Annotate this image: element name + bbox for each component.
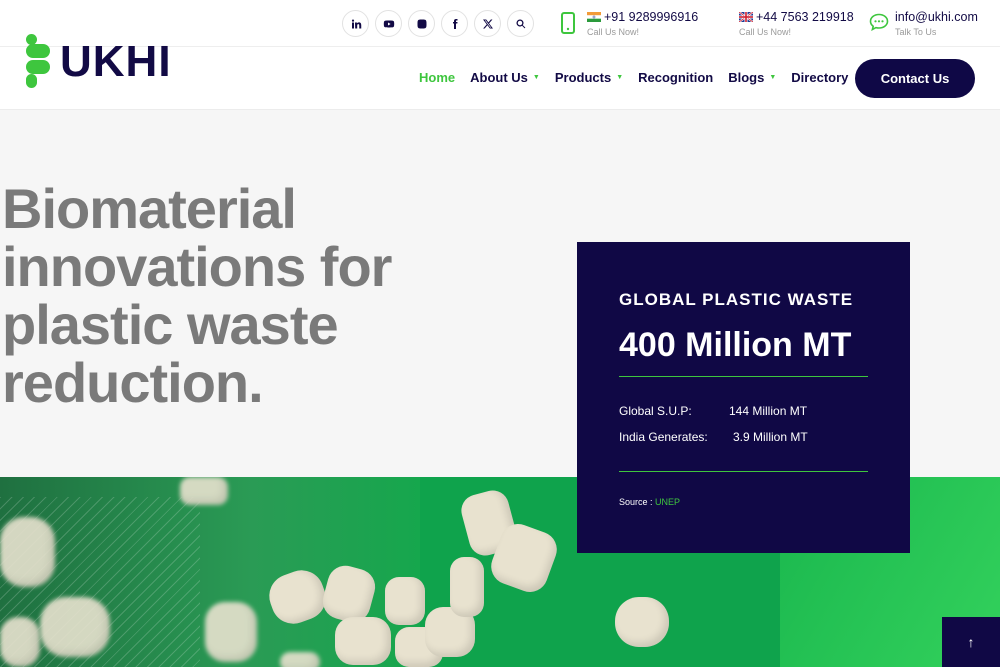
nav-item-about-us[interactable]: About Us ▼ xyxy=(470,70,540,85)
stats-row: Global S.U.P: 144 Million MT xyxy=(619,404,808,418)
stats-divider xyxy=(619,471,868,472)
uk-phone-number: +44 7563 219918 xyxy=(756,10,854,24)
nav-item-products[interactable]: Products ▼ xyxy=(555,70,623,85)
youtube-icon[interactable] xyxy=(375,10,402,37)
uk-flag-icon xyxy=(739,12,753,22)
stats-source: Source : UNEP xyxy=(619,497,681,507)
india-phone-contact[interactable]: +91 9289996916 Call Us Now! xyxy=(561,10,698,38)
india-phone-number: +91 9289996916 xyxy=(604,10,699,24)
uk-phone-sub: Call Us Now! xyxy=(739,27,792,37)
phone-icon xyxy=(561,12,575,34)
hero-title: Biomaterial innovations for plastic wast… xyxy=(2,177,392,414)
logo-mark-icon xyxy=(26,34,50,88)
stats-divider xyxy=(619,376,868,377)
email-address: info@ukhi.com xyxy=(895,10,978,24)
contact-us-button[interactable]: Contact Us xyxy=(855,59,975,98)
india-phone-sub: Call Us Now! xyxy=(587,27,640,37)
social-links xyxy=(342,10,534,37)
chevron-down-icon: ▼ xyxy=(616,74,624,81)
stats-value: 400 Million MT xyxy=(619,326,852,364)
chat-bubble-icon xyxy=(869,13,889,31)
nav-item-recognition[interactable]: Recognition xyxy=(638,70,713,85)
stats-label: GLOBAL PLASTIC WASTE xyxy=(619,290,854,309)
nav-item-blogs[interactable]: Blogs ▼ xyxy=(728,70,776,85)
site-logo[interactable]: UKHI xyxy=(24,34,172,90)
instagram-icon[interactable] xyxy=(408,10,435,37)
email-contact[interactable]: info@ukhi.com Talk To Us xyxy=(869,10,978,38)
search-icon[interactable] xyxy=(507,10,534,37)
scroll-to-top-button[interactable]: ↑ xyxy=(942,617,1000,667)
facebook-icon[interactable] xyxy=(441,10,468,37)
source-link[interactable]: UNEP xyxy=(655,497,680,507)
logo-wordmark: UKHI xyxy=(60,37,172,86)
uk-phone-contact[interactable]: +44 7563 219918 Call Us Now! xyxy=(739,10,854,38)
india-flag-icon xyxy=(587,12,601,22)
nav-item-directory[interactable]: Directory xyxy=(791,70,848,85)
stats-row: India Generates: 3.9 Million MT xyxy=(619,430,808,444)
chevron-down-icon: ▼ xyxy=(532,74,540,81)
email-sub: Talk To Us xyxy=(895,27,937,37)
plastic-waste-stats-card: GLOBAL PLASTIC WASTE 400 Million MT Glob… xyxy=(577,242,910,553)
chevron-down-icon: ▼ xyxy=(769,74,777,81)
nav-item-home[interactable]: Home xyxy=(419,70,455,85)
main-nav: Home About Us ▼ Products ▼ Recognition Blo… xyxy=(419,70,863,85)
site-header: UKHI +91 9289996916 Call Us Now! +44 756… xyxy=(0,0,1000,110)
x-twitter-icon[interactable] xyxy=(474,10,501,37)
linkedin-icon[interactable] xyxy=(342,10,369,37)
arrow-up-icon: ↑ xyxy=(967,634,975,650)
